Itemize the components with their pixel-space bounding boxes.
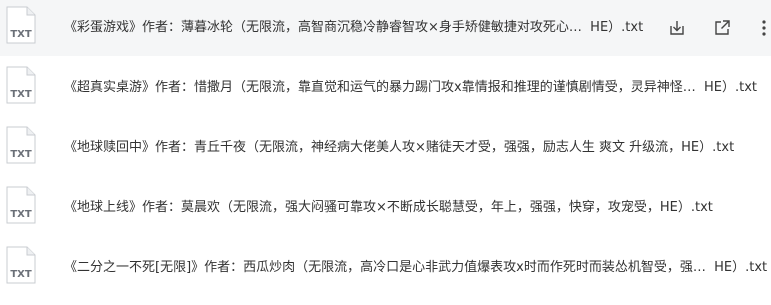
txt-file-icon: TXT xyxy=(6,126,36,164)
txt-file-icon: TXT xyxy=(6,66,36,104)
file-row[interactable]: TXT 《彩蛋游戏》作者：薄暮冰轮（无限流，高智商沉稳冷静睿智攻×身手矫健敏捷对… xyxy=(0,0,771,56)
file-row[interactable]: TXT 《地球上线》作者：莫晨欢（无限流，强大闷骚可靠攻×不断成长聪慧受，年上，… xyxy=(0,180,771,236)
file-row[interactable]: TXT 《二分之一不死[无限]》作者：西瓜炒肉（无限流，高冷口是心非武力值爆表攻… xyxy=(0,240,771,296)
file-list: TXT 《彩蛋游戏》作者：薄暮冰轮（无限流，高智商沉稳冷静睿智攻×身手矫健敏捷对… xyxy=(0,0,771,305)
row-actions xyxy=(641,0,771,56)
file-row[interactable]: TXT 《超真实桌游》作者：惜撒月（无限流，靠直觉和运气的暴力踢门攻x靠情报和推… xyxy=(0,60,771,116)
file-name[interactable]: 《彩蛋游戏》作者：薄暮冰轮（无限流，高智商沉稳冷静睿智攻×身手矫健敏捷对攻死心…… xyxy=(64,18,643,38)
file-name-suffix: HE）.txt xyxy=(703,80,757,95)
more-icon xyxy=(762,20,766,36)
txt-file-icon: TXT xyxy=(6,246,36,284)
txt-file-icon: TXT xyxy=(6,6,36,44)
txt-icon-label: TXT xyxy=(10,149,32,160)
download-button[interactable] xyxy=(666,17,688,39)
share-button[interactable] xyxy=(711,17,733,39)
download-icon xyxy=(670,21,684,35)
txt-icon-label: TXT xyxy=(10,89,32,100)
file-name-suffix: HE）.txt xyxy=(714,260,768,275)
file-name[interactable]: 《地球上线》作者：莫晨欢（无限流，强大闷骚可靠攻×不断成长聪慧受，年上，强强，快… xyxy=(64,198,713,218)
txt-icon-label: TXT xyxy=(10,269,32,280)
file-name-suffix: HE）.txt xyxy=(590,20,644,35)
more-button[interactable] xyxy=(753,17,771,39)
file-row[interactable]: TXT 《地球赎回中》作者：青丘千夜（无限流，神经病大佬美人攻×赌徒天才受，强强… xyxy=(0,120,771,176)
txt-icon-label: TXT xyxy=(10,209,32,220)
file-name[interactable]: 《超真实桌游》作者：惜撒月（无限流，靠直觉和运气的暴力踢门攻x靠情报和推理的谨慎… xyxy=(64,78,757,98)
share-icon xyxy=(715,20,730,35)
file-name[interactable]: 《二分之一不死[无限]》作者：西瓜炒肉（无限流，高冷口是心非武力值爆表攻x时而作… xyxy=(64,258,767,278)
txt-file-icon: TXT xyxy=(6,186,36,224)
file-name[interactable]: 《地球赎回中》作者：青丘千夜（无限流，神经病大佬美人攻×赌徒天才受，强强，励志人… xyxy=(64,138,734,158)
txt-icon-label: TXT xyxy=(10,29,32,40)
